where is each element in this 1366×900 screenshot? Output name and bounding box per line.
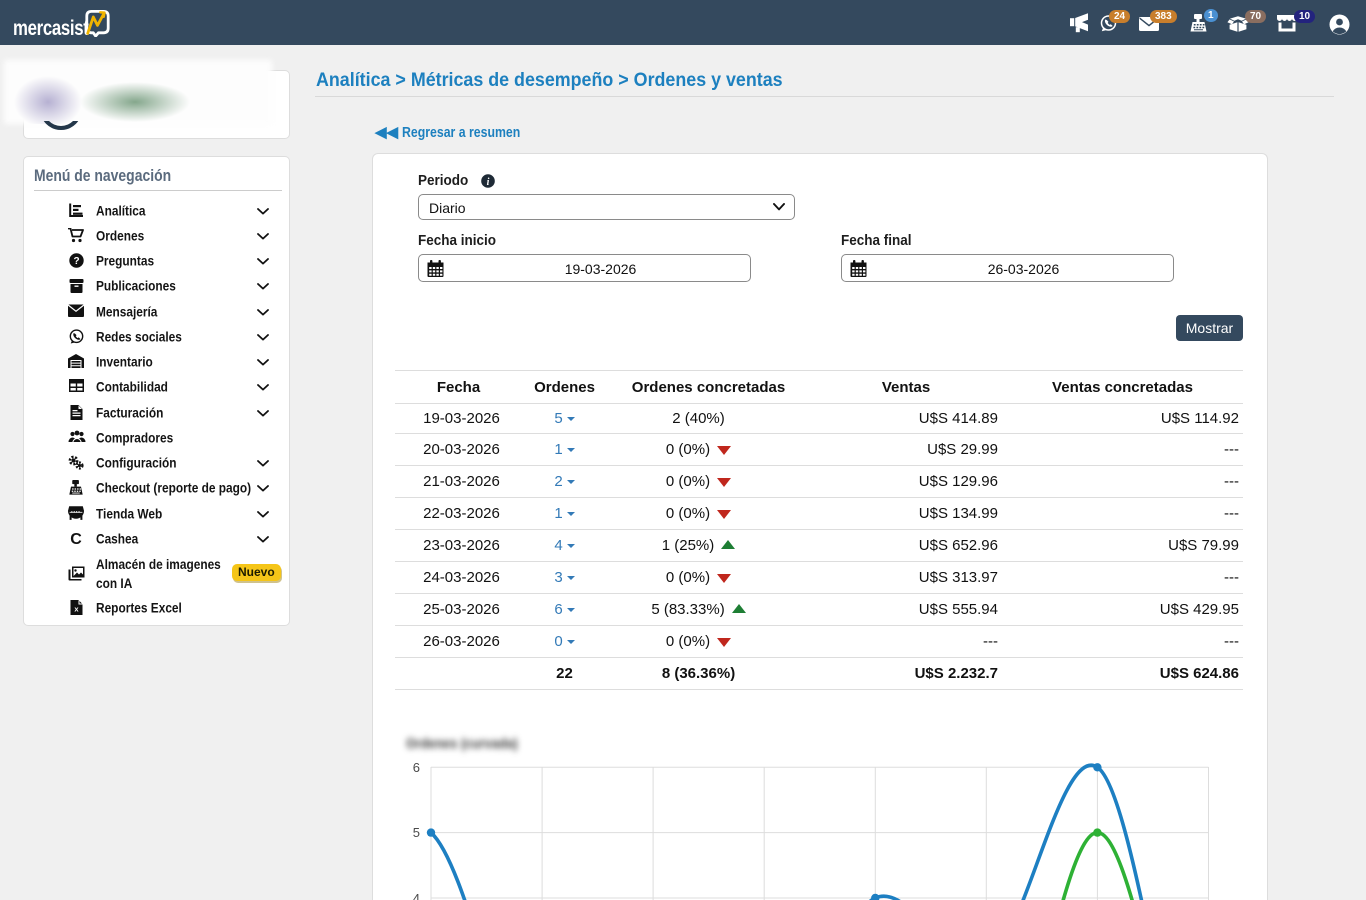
svg-text:i: i — [487, 177, 490, 188]
svg-text:?: ? — [73, 256, 79, 267]
